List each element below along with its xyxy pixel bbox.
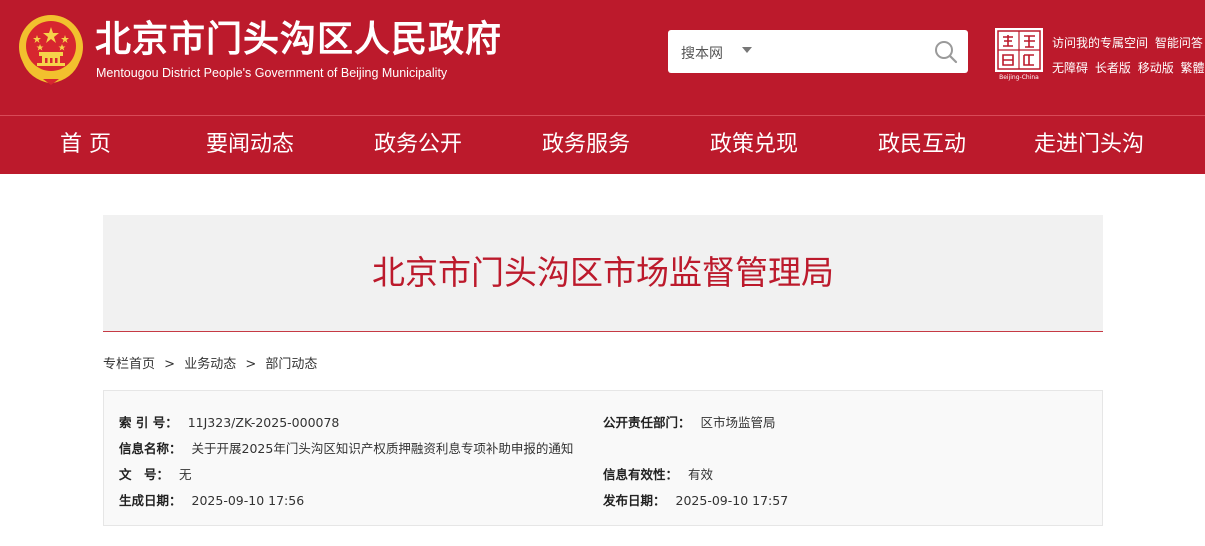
breadcrumb-separator: > [164, 357, 176, 372]
link-traditional-chinese[interactable]: 繁體 [1181, 61, 1205, 75]
info-value: 11J323/ZK-2025-000078 [187, 415, 340, 430]
nav-item-gov-services[interactable]: 政务服务 [542, 116, 630, 174]
breadcrumb-separator: > [245, 357, 257, 372]
search-box: 搜本网 [668, 30, 968, 73]
top-links-row-1: 访问我的专属空间 智能问答 [1052, 31, 1205, 56]
nav-item-news[interactable]: 要闻动态 [206, 116, 294, 174]
info-value: 无 [179, 467, 192, 482]
capital-logo-icon[interactable]: Beijing-China [993, 27, 1045, 81]
document-info-panel: 索 引 号： 11J323/ZK-2025-000078 公开责任部门： 区市场监管… [103, 390, 1103, 526]
info-value: 区市场监管局 [700, 415, 776, 430]
breadcrumb-dept-news[interactable]: 部门动态 [265, 357, 317, 372]
site-header: 北京市门头沟区人民政府 Mentougou District People's … [0, 0, 1205, 115]
info-label: 信息名称： [119, 441, 182, 456]
info-doc-no: 文 号： 无 [119, 464, 192, 483]
link-smart-qa[interactable]: 智能问答 [1155, 36, 1203, 50]
link-mobile-version[interactable]: 移动版 [1138, 61, 1174, 75]
search-scope-select[interactable]: 搜本网 [681, 43, 723, 63]
info-validity: 信息有效性： 有效 [603, 464, 713, 483]
info-published-date: 发布日期： 2025-09-10 17:57 [603, 490, 788, 509]
nav-item-home[interactable]: 首 页 [60, 116, 111, 174]
search-input[interactable] [763, 37, 923, 66]
info-index-no: 索 引 号： 11J323/ZK-2025-000078 [119, 412, 339, 431]
nav-item-about-mentougou[interactable]: 走进门头沟 [1034, 116, 1144, 174]
info-label: 公开责任部门： [603, 415, 691, 430]
info-dept: 公开责任部门： 区市场监管局 [603, 412, 776, 431]
info-label: 索 引 号： [119, 415, 178, 430]
top-links: 访问我的专属空间 智能问答 无障碍 长者版 移动版 繁體 [1052, 31, 1205, 81]
breadcrumb-business-news[interactable]: 业务动态 [184, 357, 236, 372]
link-personal-space[interactable]: 访问我的专属空间 [1052, 36, 1148, 50]
info-value: 有效 [688, 467, 714, 482]
info-label: 文 号： [119, 467, 170, 482]
search-icon[interactable] [933, 39, 959, 65]
nav-item-interaction[interactable]: 政民互动 [878, 116, 966, 174]
info-value: 2025-09-10 17:56 [191, 493, 305, 508]
department-banner: 北京市门头沟区市场监督管理局 [103, 215, 1103, 332]
info-doc-name: 信息名称： 关于开展2025年门头沟区知识产权质押融资利息专项补助申报的通知 [119, 438, 573, 457]
info-label: 发布日期： [603, 493, 666, 508]
link-elder-version[interactable]: 长者版 [1095, 61, 1131, 75]
breadcrumb-column-home[interactable]: 专栏首页 [103, 357, 155, 372]
site-subtitle: Mentougou District People's Government o… [96, 66, 448, 80]
top-links-row-2: 无障碍 长者版 移动版 繁體 [1052, 56, 1205, 81]
nav-item-gov-affairs-open[interactable]: 政务公开 [374, 116, 462, 174]
nav-item-policy-fulfillment[interactable]: 政策兑现 [710, 116, 798, 174]
national-emblem-icon[interactable] [17, 13, 85, 85]
capital-logo-caption: Beijing-China [999, 74, 1039, 81]
link-accessibility[interactable]: 无障碍 [1052, 61, 1088, 75]
site-title[interactable]: 北京市门头沟区人民政府 [95, 17, 502, 63]
info-created-date: 生成日期： 2025-09-10 17:56 [119, 490, 304, 509]
chevron-down-icon[interactable] [742, 47, 752, 53]
department-title: 北京市门头沟区市场监督管理局 [372, 253, 834, 292]
info-value: 2025-09-10 17:57 [675, 493, 789, 508]
info-label: 信息有效性： [603, 467, 679, 482]
info-label: 生成日期： [119, 493, 182, 508]
breadcrumb: 专栏首页 > 业务动态 > 部门动态 [103, 353, 317, 372]
main-nav: 首 页 要闻动态 政务公开 政务服务 政策兑现 政民互动 走进门头沟 [0, 115, 1205, 174]
info-value: 关于开展2025年门头沟区知识产权质押融资利息专项补助申报的通知 [191, 441, 574, 456]
